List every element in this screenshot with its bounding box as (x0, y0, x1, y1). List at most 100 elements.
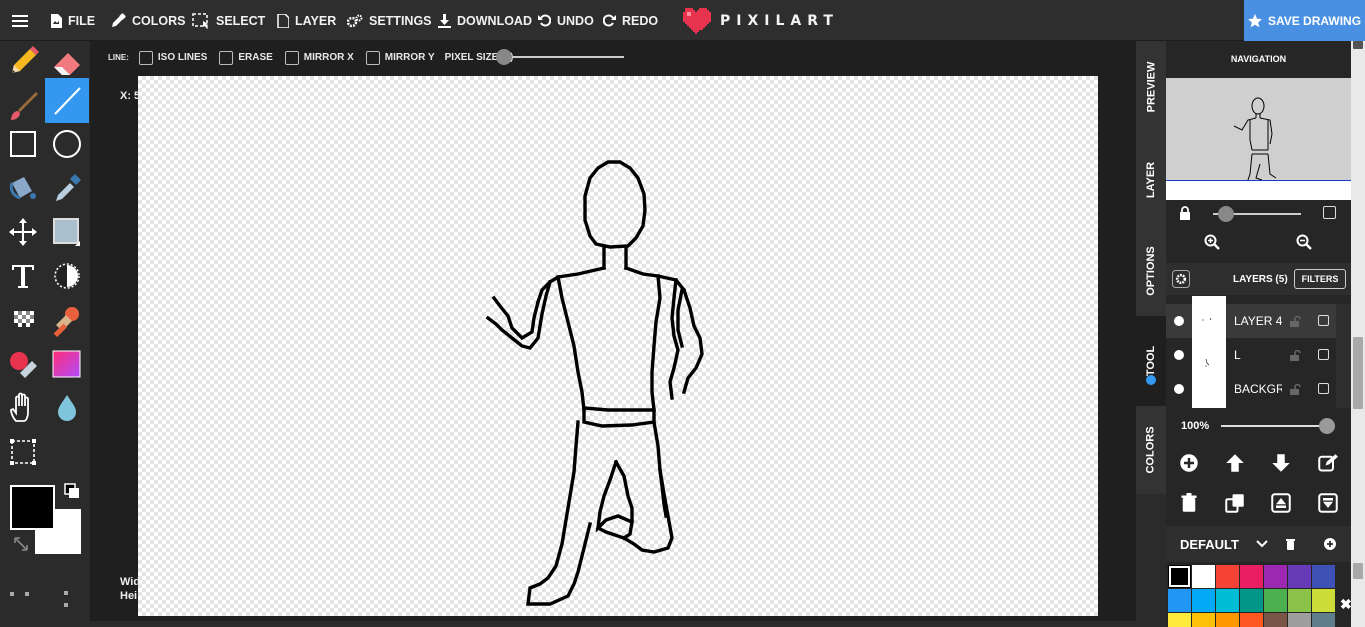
pixel-size-slider-knob[interactable] (496, 49, 512, 65)
layer-settings-gear-icon[interactable] (1172, 270, 1190, 288)
move-layer-down-icon[interactable] (1271, 453, 1291, 473)
color-swatch[interactable] (1168, 589, 1191, 612)
color-swatch[interactable] (1264, 589, 1287, 612)
layer-visibility-dot[interactable] (1174, 316, 1184, 326)
edit-layer-icon[interactable] (1318, 453, 1338, 473)
iso-lines-checkbox[interactable] (138, 50, 153, 65)
hamburger-menu-button[interactable] (12, 0, 34, 41)
color-swatch[interactable] (1216, 565, 1239, 588)
color-swatch[interactable] (1312, 589, 1335, 612)
pixilart-logo[interactable]: PIXILART (681, 8, 839, 34)
layer-select-checkbox[interactable] (1318, 315, 1329, 326)
line-tool[interactable] (45, 78, 89, 123)
layers-scroll-track[interactable] (1336, 304, 1351, 408)
lock-icon[interactable] (1179, 206, 1191, 220)
swap-colors-icon[interactable] (64, 483, 80, 499)
palette-name-label[interactable]: DEFAULT (1180, 537, 1239, 552)
hand-tool[interactable] (1, 386, 45, 430)
scrollbar-thumb[interactable] (1353, 337, 1363, 409)
dither-tool[interactable] (1, 298, 45, 342)
scrollbar-thumb-lower[interactable] (1353, 563, 1363, 579)
color-swatch[interactable] (1216, 589, 1239, 612)
color-swatch[interactable] (1312, 613, 1335, 627)
chevron-down-icon[interactable] (1256, 540, 1268, 548)
select-menu-button[interactable]: SELECT (192, 0, 265, 41)
redo-button[interactable]: REDO (603, 0, 658, 41)
color-swatch[interactable] (1192, 565, 1215, 588)
pixel-size-slider-track[interactable] (500, 56, 624, 58)
color-swatch[interactable] (1264, 565, 1287, 588)
tab-tool[interactable]: TOOL (1136, 316, 1166, 406)
color-swatch[interactable] (1168, 565, 1191, 588)
add-layer-icon[interactable] (1179, 453, 1199, 473)
layer-visibility-dot[interactable] (1174, 384, 1184, 394)
layer-select-checkbox[interactable] (1318, 349, 1329, 360)
color-swatch[interactable] (1288, 589, 1311, 612)
more-tools-icon[interactable] (10, 591, 70, 613)
layer-select-checkbox[interactable] (1318, 383, 1329, 394)
text-tool[interactable] (1, 254, 45, 298)
close-palette-icon[interactable]: ✖ (1340, 596, 1352, 613)
lighten-tool[interactable] (45, 254, 89, 298)
preview-opacity-slider-knob[interactable] (1218, 206, 1234, 222)
color-replace-tool[interactable] (1, 342, 45, 386)
merge-up-icon[interactable] (1271, 493, 1291, 513)
duplicate-layer-icon[interactable] (1225, 493, 1245, 513)
move-tool[interactable] (1, 210, 45, 254)
blur-tool[interactable] (45, 386, 89, 430)
settings-menu-button[interactable]: SETTINGS (347, 0, 432, 41)
color-swatch[interactable] (1240, 589, 1263, 612)
colors-menu-button[interactable]: COLORS (110, 0, 185, 41)
layer-visibility-dot[interactable] (1174, 350, 1184, 360)
ellipse-tool[interactable] (45, 122, 89, 166)
tab-preview[interactable]: PREVIEW (1136, 41, 1166, 133)
preview-toggle-checkbox[interactable] (1323, 206, 1336, 219)
color-swatch[interactable] (1216, 613, 1239, 627)
layer-unlock-icon[interactable] (1290, 384, 1301, 395)
tab-options[interactable]: OPTIONS (1136, 226, 1166, 316)
color-swatch[interactable] (1168, 613, 1191, 627)
merge-down-icon[interactable] (1318, 493, 1338, 513)
stamp-tool[interactable] (45, 298, 89, 342)
add-palette-icon[interactable] (1324, 538, 1336, 550)
filters-button[interactable]: FILTERS (1294, 269, 1346, 289)
navigation-preview[interactable] (1166, 78, 1351, 200)
color-picker-tool[interactable] (45, 166, 89, 210)
layer-opacity-slider-knob[interactable] (1319, 418, 1335, 434)
color-swatch[interactable] (1240, 613, 1263, 627)
download-menu-button[interactable]: DOWNLOAD (438, 0, 532, 41)
layer-menu-button[interactable]: LAYER (277, 0, 336, 41)
rectangle-tool[interactable] (1, 122, 45, 166)
zoom-in-icon[interactable] (1204, 234, 1220, 250)
layer-unlock-icon[interactable] (1290, 350, 1301, 361)
color-swatch[interactable] (1192, 589, 1215, 612)
color-swatch[interactable] (1240, 565, 1263, 588)
undo-button[interactable]: UNDO (538, 0, 594, 41)
fill-bucket-tool[interactable] (1, 166, 45, 210)
tab-layer[interactable]: LAYER (1136, 133, 1166, 226)
color-swatch[interactable] (1192, 613, 1215, 627)
scrollbar-up-arrow[interactable] (1353, 41, 1363, 49)
move-layer-up-icon[interactable] (1225, 453, 1245, 473)
gradient-tool[interactable] (45, 342, 89, 386)
drawing-canvas[interactable] (138, 76, 1098, 616)
resize-tool[interactable] (45, 210, 89, 254)
mirror-y-checkbox[interactable] (365, 50, 380, 65)
selection-tool[interactable] (1, 430, 45, 474)
color-swatch[interactable] (1288, 565, 1311, 588)
color-swatch[interactable] (1288, 613, 1311, 627)
color-swatch[interactable] (1312, 565, 1335, 588)
delete-palette-icon[interactable] (1285, 538, 1296, 550)
save-drawing-button[interactable]: SAVE DRAWING (1244, 0, 1365, 41)
mirror-x-checkbox[interactable] (284, 50, 299, 65)
file-menu-button[interactable]: FILE (50, 0, 95, 41)
layer-unlock-icon[interactable] (1290, 316, 1301, 327)
zoom-out-icon[interactable] (1296, 234, 1312, 250)
primary-color-swatch[interactable] (10, 485, 55, 530)
page-scrollbar[interactable] (1351, 41, 1365, 627)
color-swatch[interactable] (1264, 613, 1287, 627)
layer-opacity-slider-track[interactable] (1221, 425, 1329, 427)
reset-colors-icon[interactable] (14, 537, 28, 551)
delete-layer-icon[interactable] (1179, 493, 1199, 513)
tab-colors[interactable]: COLORS (1136, 406, 1166, 494)
